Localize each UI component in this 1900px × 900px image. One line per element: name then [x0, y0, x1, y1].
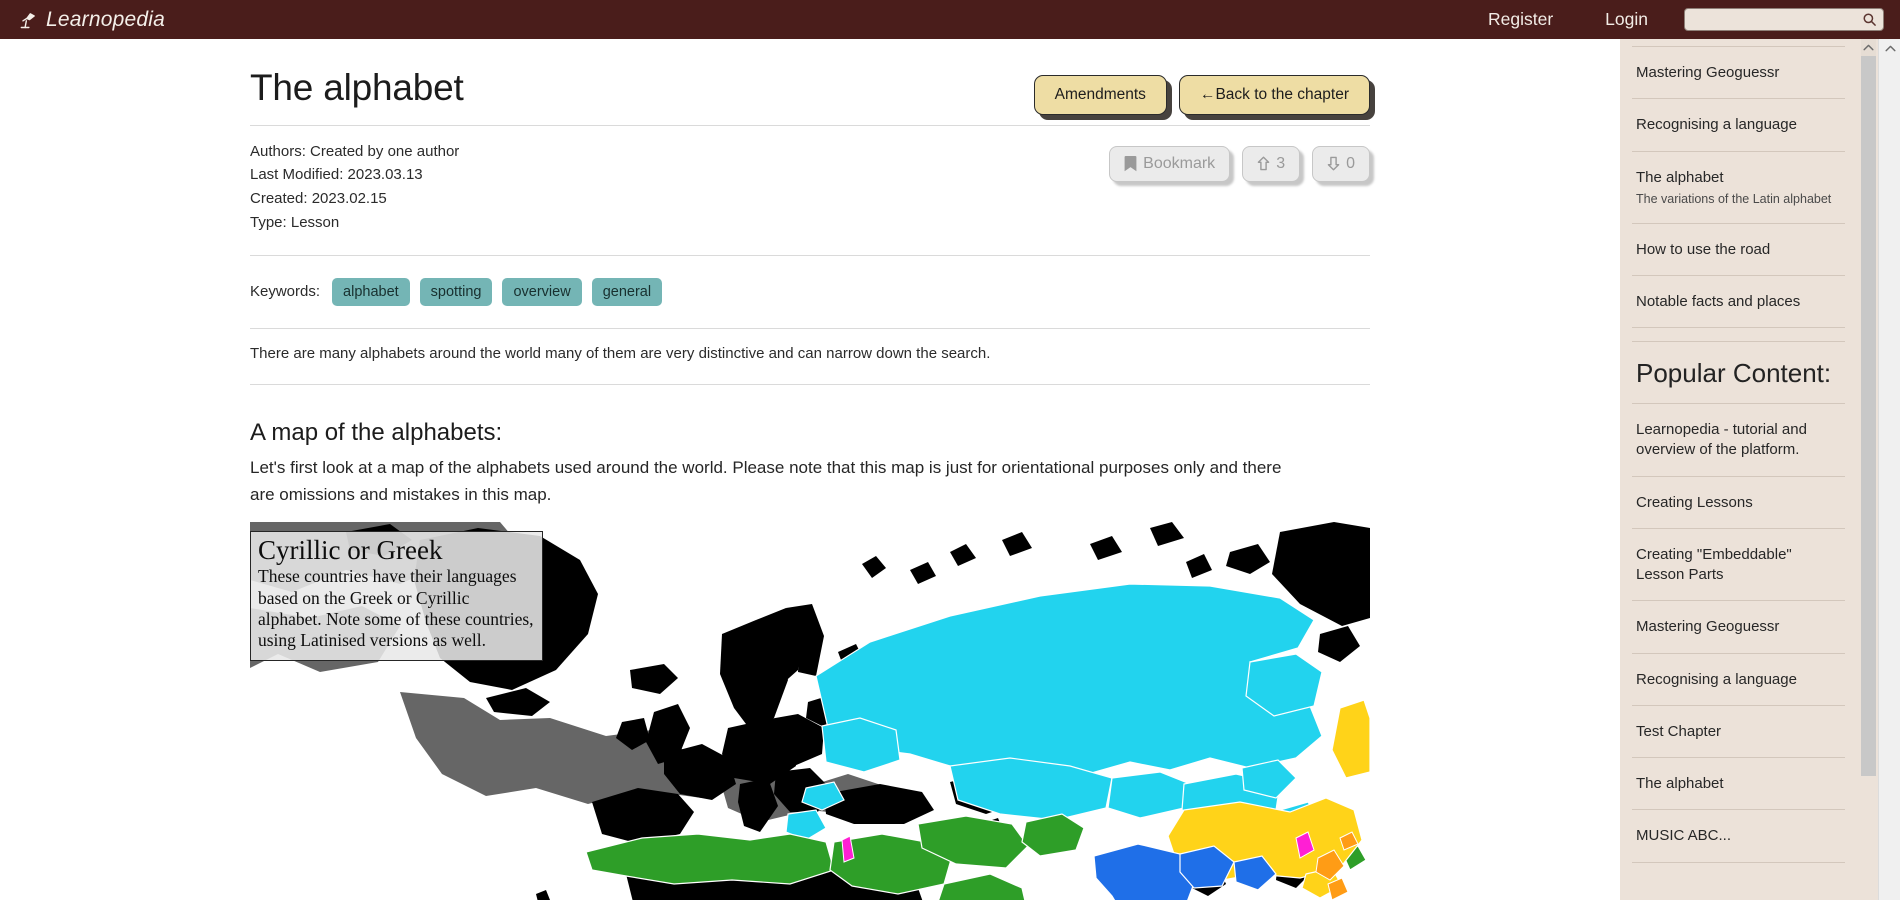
page-scrollbar[interactable]: [1878, 39, 1900, 900]
sidebar-popular-item-creating-lessons[interactable]: Creating Lessons: [1632, 477, 1845, 529]
downvote-button[interactable]: 0: [1312, 145, 1370, 182]
brand-logo[interactable]: Learnopedia: [18, 8, 165, 32]
sidebar-item-label: Mastering Geoguessr: [1636, 64, 1780, 81]
upvote-count: 3: [1276, 154, 1286, 172]
search-box: [1684, 8, 1884, 31]
sidebar-item-label: Recognising a language: [1636, 116, 1797, 134]
sidebar-item-label: Notable facts and places: [1636, 292, 1801, 310]
authors-text: Authors: Created by one author: [250, 142, 460, 160]
desk-lamp-icon: [18, 10, 38, 30]
sidebar-item-label: The alphabet: [1636, 775, 1724, 793]
sidebar-popular-item-the-alphabet[interactable]: The alphabet: [1632, 758, 1845, 811]
sidebar-item-label: Test Chapter: [1636, 722, 1722, 740]
sidebar-popular-item-music-abc[interactable]: MUSIC ABC...: [1632, 810, 1845, 863]
bookmark-icon: [1124, 155, 1137, 172]
sidebar-item-how-to-use-the-road[interactable]: How to use the road: [1632, 224, 1845, 276]
sidebar-item-sublabel: The variations of the Latin alphabet: [1636, 191, 1832, 206]
alphabet-world-map[interactable]: Cyrillic or Greek These countries have t…: [250, 521, 1370, 900]
sidebar-item-mastering-geoguessr[interactable]: Mastering Geoguessr: [1632, 47, 1845, 100]
sidebar-item-label: Creating Lessons: [1636, 493, 1753, 511]
amendments-button[interactable]: Amendments: [1033, 75, 1167, 115]
sidebar-item-label: Creating "Embeddable" Lesson Parts: [1636, 545, 1792, 584]
sidebar-item-the-alphabet[interactable]: The alphabet The variations of the Latin…: [1632, 152, 1845, 224]
sidebar-item-label: Mastering Geoguessr: [1636, 618, 1780, 636]
login-link[interactable]: Login: [1579, 0, 1674, 39]
sidebar-item-label: How to use the road: [1636, 240, 1771, 258]
keyword-badge[interactable]: spotting: [419, 277, 493, 307]
sidebar-section-spacer: [1632, 328, 1845, 343]
upvote-button[interactable]: 3: [1242, 145, 1301, 182]
map-tooltip: Cyrillic or Greek These countries have t…: [250, 530, 543, 661]
sidebar-item-recognising-a-language[interactable]: Recognising a language: [1632, 99, 1845, 152]
sidebar-popular-item-tutorial[interactable]: Learnopedia - tutorial and overview of t…: [1632, 404, 1845, 477]
sidebar-scroll-up-button[interactable]: [1861, 39, 1876, 56]
engagement-buttons: Bookmark 3 0: [1109, 140, 1370, 182]
article-description: There are many alphabets around the worl…: [250, 345, 991, 363]
sidebar-item-notable-facts-and-places[interactable]: Notable facts and places: [1632, 276, 1845, 329]
keywords-row: Keywords: alphabet spotting overview gen…: [250, 256, 1370, 325]
map-tooltip-body: These countries have their languages bas…: [258, 566, 534, 651]
title-row: The alphabet Amendments ←Back to the cha…: [250, 57, 1370, 121]
metadata-list: Authors: Created by one author Last Modi…: [250, 140, 459, 235]
bookmark-button[interactable]: Bookmark: [1109, 145, 1231, 182]
back-to-chapter-button[interactable]: ←Back to the chapter: [1178, 75, 1370, 115]
keyword-badge[interactable]: overview: [502, 277, 582, 307]
search-input[interactable]: [1684, 8, 1884, 31]
section-paragraph: Let's first look at a map of the alphabe…: [250, 458, 1282, 504]
metadata-row: Authors: Created by one author Last Modi…: [250, 126, 1370, 235]
sidebar-item-label: Learnopedia - tutorial and overview of t…: [1636, 421, 1807, 459]
sidebar-popular-item-recognising-a-language[interactable]: Recognising a language: [1632, 654, 1845, 706]
register-link[interactable]: Register: [1462, 0, 1579, 39]
top-navigation-bar: Learnopedia Register Login: [0, 0, 1900, 39]
sidebar-item-label: The alphabet: [1636, 168, 1724, 186]
downvote-count: 0: [1346, 154, 1355, 172]
main-content-area: The alphabet Amendments ←Back to the cha…: [0, 39, 1620, 900]
map-tooltip-title: Cyrillic or Greek: [258, 534, 443, 565]
last-modified-text: Last Modified: 2023.03.13: [250, 166, 423, 184]
keyword-badge[interactable]: general: [591, 277, 663, 307]
arrow-down-icon: [1327, 156, 1340, 171]
created-text: Created: 2023.02.15: [250, 190, 387, 207]
keyword-badge[interactable]: alphabet: [332, 277, 410, 307]
page-scroll-up-button[interactable]: [1879, 39, 1900, 57]
sidebar-item-label: Recognising a language: [1636, 670, 1797, 688]
title-action-buttons: Amendments ←Back to the chapter: [1033, 57, 1370, 115]
right-sidebar: Mastering Geoguessr Recognising a langua…: [1620, 39, 1878, 900]
sidebar-scrollbar-thumb[interactable]: [1861, 56, 1876, 776]
chevron-up-icon: [1884, 45, 1896, 52]
section-heading: A map of the alphabets:: [250, 419, 503, 447]
type-text: Type: Lesson: [250, 213, 340, 231]
sidebar-item-label: MUSIC ABC...: [1636, 827, 1732, 845]
bookmark-label: Bookmark: [1143, 154, 1216, 172]
sidebar-scroll-region: Mastering Geoguessr Recognising a langua…: [1620, 39, 1857, 900]
sidebar-top-rule: [1632, 39, 1845, 47]
arrow-up-icon: [1257, 156, 1270, 171]
page-title: The alphabet: [250, 67, 464, 108]
popular-content-heading: Popular Content:: [1632, 342, 1845, 405]
chevron-up-icon: [1863, 44, 1874, 51]
keywords-label: Keywords:: [250, 283, 321, 301]
nav-right-group: Register Login: [1462, 0, 1900, 39]
sidebar-popular-item-test-chapter[interactable]: Test Chapter: [1632, 706, 1845, 759]
brand-label: Learnopedia: [46, 7, 165, 31]
sidebar-popular-item-embeddable-lesson-parts[interactable]: Creating "Embeddable" Lesson Parts: [1632, 529, 1845, 602]
sidebar-popular-item-mastering-geoguessr[interactable]: Mastering Geoguessr: [1632, 601, 1845, 654]
content-column: The alphabet Amendments ←Back to the cha…: [250, 39, 1370, 900]
